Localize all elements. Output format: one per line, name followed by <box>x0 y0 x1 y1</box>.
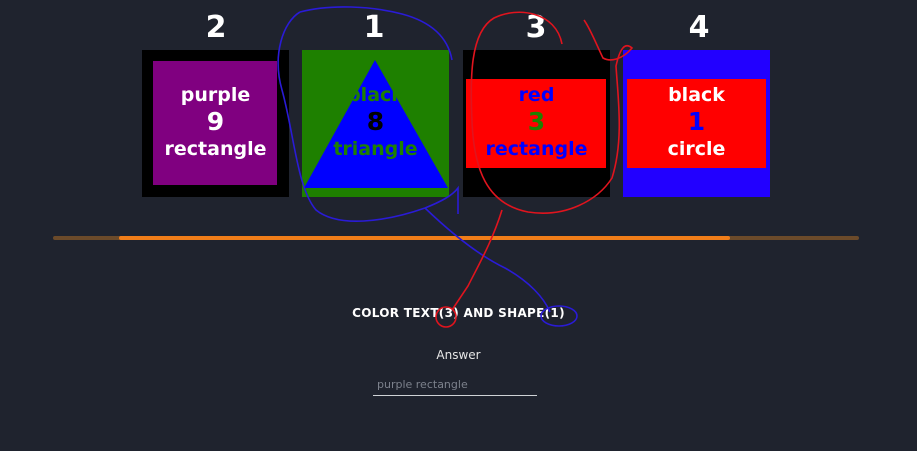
card-number-2: 1 <box>363 10 385 45</box>
card-number-3: 3 <box>525 10 547 45</box>
puzzle-card-4: black 1 circle <box>623 50 770 197</box>
card-text: black 8 triangle <box>302 84 449 160</box>
card-color-word: black <box>668 84 725 106</box>
progress-fill <box>119 236 731 240</box>
progress-bar <box>53 236 859 240</box>
card-digit: 3 <box>527 107 546 136</box>
answer-input[interactable] <box>373 374 537 396</box>
card-number-1: 2 <box>205 10 227 45</box>
puzzle-card-1: purple 9 rectangle <box>142 50 289 197</box>
puzzle-card-3: red 3 rectangle <box>463 50 610 197</box>
card-color-word: purple <box>180 84 251 106</box>
card-shape-word: circle <box>667 138 726 160</box>
instruction-text: COLOR TEXT(3) AND SHAPE(1) <box>352 306 565 320</box>
card-digit: 8 <box>366 107 385 136</box>
card-digit: 1 <box>687 107 706 136</box>
answer-label: Answer <box>436 348 481 362</box>
card-number-4: 4 <box>688 10 710 45</box>
card-color-word: black <box>347 84 404 106</box>
card-text: purple 9 rectangle <box>142 84 289 160</box>
card-digit: 9 <box>206 107 225 136</box>
card-color-word: red <box>518 84 555 106</box>
card-shape-word: triangle <box>333 138 418 160</box>
puzzle-card-2: black 8 triangle <box>302 50 449 197</box>
card-text: black 1 circle <box>623 84 770 160</box>
card-shape-word: rectangle <box>164 138 267 160</box>
card-text: red 3 rectangle <box>463 84 610 160</box>
card-shape-word: rectangle <box>485 138 588 160</box>
red-annotation-stroke <box>451 209 503 311</box>
